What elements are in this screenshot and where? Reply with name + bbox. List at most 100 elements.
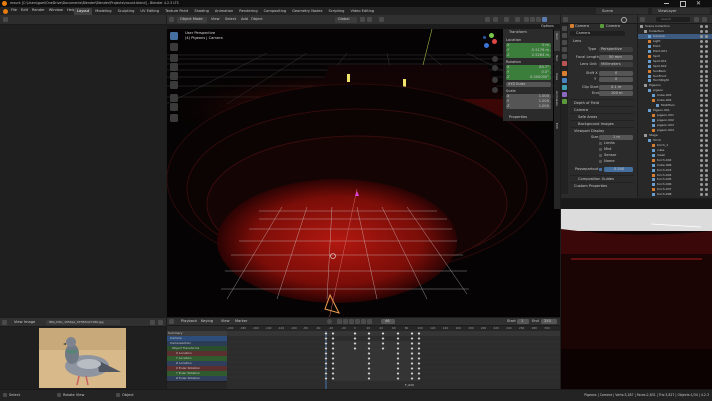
tab-tool[interactable]: Tool	[554, 53, 560, 69]
tab-item[interactable]: Item	[554, 31, 560, 51]
camera-render-icon[interactable]	[705, 114, 708, 118]
eye-icon[interactable]	[700, 59, 703, 63]
viewport-3d[interactable]: Object Mode View Select Add Object Globa…	[167, 15, 560, 317]
jump-end-icon[interactable]	[367, 319, 372, 324]
eye-icon[interactable]	[700, 143, 703, 147]
gizmo-neg-axis-icon[interactable]	[483, 36, 486, 39]
camera-render-icon[interactable]	[705, 153, 708, 157]
scene-tab-icon[interactable]	[562, 54, 567, 59]
close-icon[interactable]: ✕	[696, 0, 701, 7]
viewport-menu-select[interactable]: Select	[225, 17, 236, 22]
eye-icon[interactable]	[700, 64, 703, 68]
perspective-toggle-icon[interactable]	[492, 87, 498, 93]
eye-icon[interactable]	[700, 34, 703, 38]
new-collection-icon[interactable]	[702, 16, 707, 22]
image-close-icon[interactable]	[158, 319, 163, 325]
section-custom-properties[interactable]: Custom Properties	[570, 182, 634, 189]
viewport-menu-view[interactable]: View	[211, 17, 220, 22]
camera-render-icon[interactable]	[705, 178, 708, 182]
camera-render-icon[interactable]	[705, 163, 708, 167]
camera-render-icon[interactable]	[705, 25, 708, 28]
camera-type-dropdown[interactable]: Perspective	[599, 47, 633, 52]
tab-modeling[interactable]: Modeling	[92, 8, 114, 15]
eye-icon[interactable]	[700, 44, 703, 48]
keyframe-area[interactable]	[227, 331, 560, 389]
rotate-tool-icon[interactable]	[170, 63, 178, 71]
section-composition-guides[interactable]: Composition Guides	[570, 175, 634, 182]
lens-unit-dropdown[interactable]: Millimeters	[599, 62, 633, 67]
pivot-icon[interactable]	[360, 17, 365, 22]
gizmo-x-axis-icon[interactable]	[492, 39, 497, 44]
camera-render-icon[interactable]	[705, 173, 708, 177]
eye-icon[interactable]	[700, 193, 703, 197]
camera-view-icon[interactable]	[492, 77, 498, 83]
section-viewport-display[interactable]: Viewport Display	[570, 127, 634, 134]
camera-render-icon[interactable]	[705, 89, 708, 93]
eye-icon[interactable]	[700, 158, 703, 162]
rotation-mode-dropdown[interactable]: XYZ Euler	[506, 82, 551, 87]
outliner-search-input[interactable]: Search	[656, 16, 690, 22]
camera-render-icon[interactable]	[705, 59, 708, 63]
cursor-tool-icon[interactable]	[170, 43, 178, 51]
filter-icon[interactable]	[694, 16, 699, 22]
visibility-icon[interactable]	[485, 17, 490, 22]
scene-selector[interactable]: Scene	[596, 8, 648, 14]
image-menu-image[interactable]: Image	[24, 320, 35, 325]
pan-icon[interactable]	[492, 65, 498, 71]
camera-render-icon[interactable]	[705, 133, 708, 137]
tab-uv-editing[interactable]: UV Editing	[137, 8, 162, 15]
tab-texture-paint[interactable]: Texture Paint	[162, 8, 191, 15]
camera-render-icon[interactable]	[705, 124, 708, 127]
timeline-menu-view[interactable]: View	[221, 319, 230, 324]
xray-icon[interactable]	[515, 17, 520, 22]
eye-icon[interactable]	[700, 173, 703, 177]
eye-icon[interactable]	[700, 188, 703, 192]
eye-icon[interactable]	[700, 39, 703, 43]
eye-icon[interactable]	[700, 119, 703, 123]
eye-icon[interactable]	[700, 128, 703, 132]
editor-type-icon[interactable]	[640, 16, 645, 22]
camera-render-icon[interactable]	[705, 84, 708, 88]
shading-material-icon[interactable]	[536, 17, 541, 22]
camera-render-icon[interactable]	[705, 158, 708, 162]
gizmo-y-axis-icon[interactable]	[489, 33, 494, 38]
viewport-menu-object[interactable]: Object	[251, 17, 263, 22]
vp-size-field[interactable]: 1 m	[599, 135, 633, 140]
navigation-gizmo[interactable]	[481, 33, 499, 51]
menu-window[interactable]: Window	[49, 8, 63, 14]
tab-layout[interactable]: Layout	[74, 7, 93, 15]
timeline-menu-playback[interactable]: Playback	[181, 319, 197, 324]
eye-icon[interactable]	[700, 133, 703, 137]
minimize-icon[interactable]	[664, 3, 669, 4]
shading-wireframe-icon[interactable]	[524, 17, 529, 22]
image-filename-field[interactable]: IMG_DSC_1056px_STH65ok7189.jpg	[46, 319, 120, 325]
proportional-edit-icon[interactable]	[379, 17, 384, 22]
tool-tab-icon[interactable]	[562, 26, 567, 31]
prev-keyframe-icon[interactable]	[343, 319, 348, 324]
camera-name-field[interactable]: Camera	[570, 31, 625, 36]
camera-render-icon[interactable]	[705, 104, 708, 108]
camera-render-icon[interactable]	[705, 29, 708, 33]
transform-orientation-dropdown[interactable]: Global	[335, 16, 357, 23]
eye-icon[interactable]	[700, 109, 703, 113]
transform-panel-title[interactable]: Transform	[509, 30, 527, 35]
measure-tool-icon[interactable]	[170, 103, 178, 111]
move-tool-icon[interactable]	[170, 54, 178, 62]
camera-render-icon[interactable]	[705, 128, 708, 132]
jump-start-icon[interactable]	[337, 319, 342, 324]
focal-length-field[interactable]: 50 mm	[599, 55, 633, 60]
editor-type-icon[interactable]	[169, 17, 174, 22]
eye-icon[interactable]	[700, 99, 703, 103]
image-menu-view[interactable]: View	[14, 320, 23, 325]
scale-tool-icon[interactable]	[170, 72, 178, 80]
camera-render-icon[interactable]	[705, 54, 708, 58]
eye-icon[interactable]	[700, 94, 703, 98]
camera-render-icon[interactable]	[705, 34, 708, 38]
add-cube-tool-icon[interactable]	[170, 114, 178, 122]
tab-edit[interactable]: Edit	[554, 121, 560, 137]
view-layer-tab-icon[interactable]	[562, 47, 567, 52]
tab-video-editing[interactable]: Video Editing	[347, 8, 377, 15]
camera-render-icon[interactable]	[705, 138, 708, 142]
section-depth-of-field[interactable]: Depth of Field	[570, 99, 634, 106]
mist-checkbox[interactable]	[599, 148, 602, 151]
